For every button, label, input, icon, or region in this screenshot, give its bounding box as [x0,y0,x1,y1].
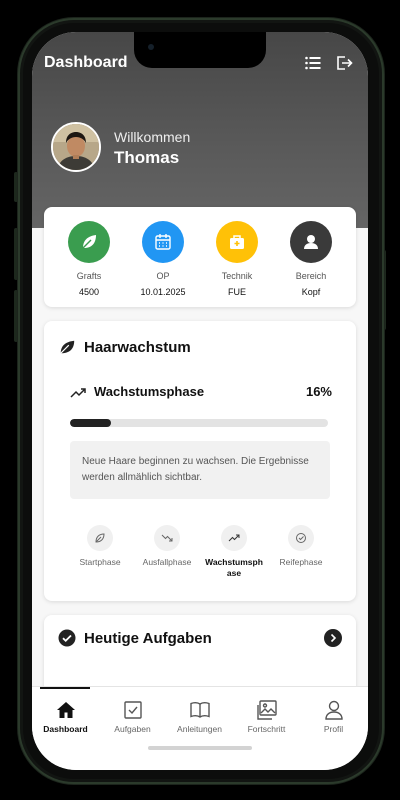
nav-item-dashboard[interactable]: Dashboard [32,699,99,734]
camera [148,44,154,50]
list-icon[interactable] [304,54,322,72]
calendar-icon [155,234,171,250]
trend-up-icon [228,534,240,542]
phase-step-reifephase[interactable]: Reifephase [269,525,333,568]
nav-active-indicator [40,687,90,689]
phase-percent: 16% [305,384,332,399]
phase-step-label: Startphase [79,557,121,567]
stat-icon-circle [290,221,332,263]
notch [134,32,266,68]
stat-label: Technik [221,271,253,281]
stat-icon-circle [142,221,184,263]
phase-icon-circle [154,525,180,551]
person-icon [304,235,318,249]
nav-label: Aufgaben [114,724,151,734]
check-circle-icon [58,629,76,647]
stat-op[interactable]: OP 10.01.2025 [126,221,200,297]
nav-label: Dashboard [43,724,88,734]
phase-step-label: Wachstumsphase [205,557,263,578]
bottom-nav: Dashboard Aufgaben Anleitungen Fortschri… [32,686,368,770]
growth-title: Haarwachstum [84,339,191,356]
stats-card: Grafts 4500 OP 10.01.2025 Technik FUE Be… [44,207,356,307]
growth-progress-fill [70,419,112,427]
stat-value: FUE [228,287,246,297]
phase-step-wachstumsphase[interactable]: Wachstumsphase [202,525,266,579]
page-title: Dashboard [44,54,128,71]
stat-icon-circle [68,221,110,263]
check-circle-icon [296,533,306,543]
nav-item-fortschritt[interactable]: Fortschritt [233,699,300,734]
stat-label: Grafts [76,271,102,281]
phase-step-startphase[interactable]: Startphase [68,525,132,568]
app-screen: Dashboard Willkommen Thomas Grafts 4500 … [32,32,368,770]
book-icon [189,702,210,718]
current-phase-name: Wachstumsphase [94,384,205,399]
phase-icon-circle [221,525,247,551]
phase-icon-circle [87,525,113,551]
phase-step-label: Reifephase [279,557,323,567]
leaf-icon [95,533,105,543]
nav-item-profil[interactable]: Profil [300,699,367,734]
leaf-icon [82,235,96,249]
avatar[interactable] [51,122,101,172]
chevron-right-icon [330,633,337,643]
stat-label: OP [156,271,170,281]
trend-up-icon [70,388,86,398]
logout-icon[interactable] [335,54,353,72]
gallery-icon [256,700,277,720]
home-indicator[interactable] [148,746,252,750]
stat-technik[interactable]: Technik FUE [200,221,274,297]
leaf-icon [60,340,75,354]
nav-label: Anleitungen [177,724,222,734]
nav-item-anleitungen[interactable]: Anleitungen [166,699,233,734]
phase-step-ausfallphase[interactable]: Ausfallphase [135,525,199,568]
stat-label: Bereich [295,271,327,281]
stat-bereich[interactable]: Bereich Kopf [274,221,348,297]
phase-icon-circle [288,525,314,551]
trend-down-icon [161,534,173,542]
checkbox-icon [123,701,142,719]
stat-value: Kopf [301,287,321,297]
stat-value: 4500 [78,287,100,297]
user-icon [324,700,343,720]
avatar-photo [53,124,99,170]
growth-progress-bar [70,419,328,427]
home-icon [56,702,75,718]
tasks-title: Heutige Aufgaben [84,630,212,647]
stat-grafts[interactable]: Grafts 4500 [52,221,126,297]
nav-label: Fortschritt [247,724,286,734]
hair-growth-card: Haarwachstum Wachstumsphase 16% Neue Haa… [44,321,356,601]
tasks-open-button[interactable] [324,629,342,647]
phase-info-text: Neue Haare beginnen zu wachsen. Die Erge… [82,456,309,483]
welcome-text: Willkommen [114,129,191,145]
stat-value: 10.01.2025 [140,287,186,297]
phase-info-box: Neue Haare beginnen zu wachsen. Die Erge… [70,441,330,499]
nav-label: Profil [323,724,344,734]
user-name: Thomas [114,148,180,167]
phase-step-label: Ausfallphase [142,557,192,567]
stat-icon-circle [216,221,258,263]
medical-kit-icon [230,235,244,249]
nav-item-aufgaben[interactable]: Aufgaben [99,699,166,734]
